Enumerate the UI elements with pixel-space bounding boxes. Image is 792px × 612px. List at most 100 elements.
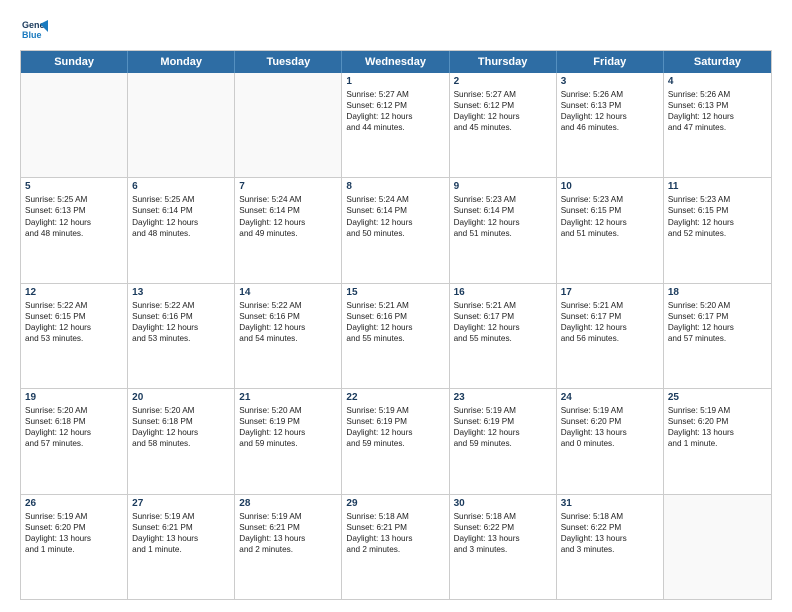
cell-line: and 3 minutes. — [561, 544, 659, 555]
cell-line: Sunset: 6:21 PM — [239, 522, 337, 533]
cell-line: Daylight: 12 hours — [346, 427, 444, 438]
cell-line: Sunrise: 5:23 AM — [454, 194, 552, 205]
cell-line: and 47 minutes. — [668, 122, 767, 133]
day-cell-3: 3 Sunrise: 5:26 AMSunset: 6:13 PMDaylight… — [557, 73, 664, 177]
day-number: 16 — [454, 287, 552, 298]
cell-line: Daylight: 12 hours — [346, 217, 444, 228]
cell-line: Sunset: 6:13 PM — [561, 100, 659, 111]
day-number: 15 — [346, 287, 444, 298]
svg-text:Blue: Blue — [22, 30, 42, 40]
cell-line: and 55 minutes. — [346, 333, 444, 344]
cell-line: Sunset: 6:16 PM — [239, 311, 337, 322]
cell-line: Daylight: 12 hours — [132, 217, 230, 228]
calendar-body: 1Sunrise: 5:27 AMSunset: 6:12 PMDaylight… — [21, 73, 771, 599]
cell-line: Daylight: 12 hours — [668, 217, 767, 228]
cell-line: and 53 minutes. — [25, 333, 123, 344]
calendar-header: SundayMondayTuesdayWednesdayThursdayFrid… — [21, 51, 771, 73]
day-cell-26: 26Sunrise: 5:19 AMSunset: 6:20 PMDayligh… — [21, 495, 128, 599]
cell-line: Sunrise: 5:24 AM — [239, 194, 337, 205]
weekday-header-monday: Monday — [128, 51, 235, 73]
cell-line: Daylight: 12 hours — [25, 427, 123, 438]
day-cell-31: 31Sunrise: 5:18 AMSunset: 6:22 PMDayligh… — [557, 495, 664, 599]
cell-line: and 49 minutes. — [239, 228, 337, 239]
cell-line: and 45 minutes. — [454, 122, 552, 133]
day-number: 12 — [25, 287, 123, 298]
cell-line: Sunset: 6:16 PM — [346, 311, 444, 322]
cell-line: Sunrise: 5:24 AM — [346, 194, 444, 205]
cell-line: and 58 minutes. — [132, 438, 230, 449]
cell-line: Sunrise: 5:26 AM — [668, 89, 767, 100]
cell-line: Sunset: 6:12 PM — [346, 100, 444, 111]
header: General Blue — [20, 16, 772, 44]
cell-line: Sunrise: 5:19 AM — [25, 511, 123, 522]
day-cell-1: 1Sunrise: 5:27 AMSunset: 6:12 PMDaylight… — [342, 73, 449, 177]
cell-line: Daylight: 12 hours — [668, 111, 767, 122]
cell-line: Sunset: 6:13 PM — [25, 205, 123, 216]
day-number: 28 — [239, 498, 337, 509]
day-number: 14 — [239, 287, 337, 298]
day-number: 18 — [668, 287, 767, 298]
cell-line: Sunset: 6:20 PM — [25, 522, 123, 533]
day-number: 30 — [454, 498, 552, 509]
cell-line: and 1 minute. — [668, 438, 767, 449]
day-cell-17: 17Sunrise: 5:21 AMSunset: 6:17 PMDayligh… — [557, 284, 664, 388]
cell-line: Daylight: 12 hours — [25, 322, 123, 333]
cell-line: Sunset: 6:21 PM — [346, 522, 444, 533]
day-number: 1 — [346, 76, 444, 87]
cell-line: Sunrise: 5:19 AM — [668, 405, 767, 416]
cell-line: Daylight: 13 hours — [25, 533, 123, 544]
cell-line: and 57 minutes. — [668, 333, 767, 344]
cell-line: and 51 minutes. — [454, 228, 552, 239]
cell-line: and 52 minutes. — [668, 228, 767, 239]
cell-line: Sunrise: 5:20 AM — [239, 405, 337, 416]
day-cell-21: 21Sunrise: 5:20 AMSunset: 6:19 PMDayligh… — [235, 389, 342, 493]
cell-line: Daylight: 12 hours — [239, 322, 337, 333]
cell-line: Daylight: 12 hours — [346, 322, 444, 333]
day-number: 3 — [561, 76, 659, 87]
cell-line: Sunrise: 5:19 AM — [239, 511, 337, 522]
cell-line: Daylight: 13 hours — [561, 533, 659, 544]
day-number: 22 — [346, 392, 444, 403]
cell-line: Sunset: 6:16 PM — [132, 311, 230, 322]
day-cell-19: 19Sunrise: 5:20 AMSunset: 6:18 PMDayligh… — [21, 389, 128, 493]
empty-cell-4-6 — [664, 495, 771, 599]
cell-line: and 50 minutes. — [346, 228, 444, 239]
cell-line: and 57 minutes. — [25, 438, 123, 449]
cell-line: Sunrise: 5:22 AM — [132, 300, 230, 311]
day-cell-28: 28Sunrise: 5:19 AMSunset: 6:21 PMDayligh… — [235, 495, 342, 599]
cell-line: Sunrise: 5:19 AM — [346, 405, 444, 416]
cell-line: and 59 minutes. — [454, 438, 552, 449]
calendar-row-2: 12Sunrise: 5:22 AMSunset: 6:15 PMDayligh… — [21, 283, 771, 388]
cell-line: and 48 minutes. — [132, 228, 230, 239]
calendar-row-3: 19Sunrise: 5:20 AMSunset: 6:18 PMDayligh… — [21, 388, 771, 493]
cell-line: Daylight: 12 hours — [454, 111, 552, 122]
cell-line: Sunrise: 5:27 AM — [454, 89, 552, 100]
cell-line: and 56 minutes. — [561, 333, 659, 344]
cell-line: and 51 minutes. — [561, 228, 659, 239]
cell-line: Sunrise: 5:18 AM — [454, 511, 552, 522]
cell-line: and 48 minutes. — [25, 228, 123, 239]
day-cell-16: 16Sunrise: 5:21 AMSunset: 6:17 PMDayligh… — [450, 284, 557, 388]
cell-line: Daylight: 12 hours — [346, 111, 444, 122]
cell-line: and 0 minutes. — [561, 438, 659, 449]
cell-line: and 1 minute. — [25, 544, 123, 555]
cell-line: Daylight: 12 hours — [25, 217, 123, 228]
cell-line: Daylight: 13 hours — [668, 427, 767, 438]
cell-line: Sunrise: 5:26 AM — [561, 89, 659, 100]
day-number: 19 — [25, 392, 123, 403]
cell-line: Sunset: 6:22 PM — [561, 522, 659, 533]
cell-line: Daylight: 13 hours — [346, 533, 444, 544]
day-number: 4 — [668, 76, 767, 87]
cell-line: Daylight: 12 hours — [454, 322, 552, 333]
day-number: 11 — [668, 181, 767, 192]
cell-line: Sunrise: 5:22 AM — [25, 300, 123, 311]
cell-line: Daylight: 12 hours — [561, 111, 659, 122]
logo: General Blue — [20, 16, 48, 44]
calendar-row-0: 1Sunrise: 5:27 AMSunset: 6:12 PMDaylight… — [21, 73, 771, 177]
cell-line: and 55 minutes. — [454, 333, 552, 344]
cell-line: Sunset: 6:19 PM — [346, 416, 444, 427]
cell-line: Sunset: 6:14 PM — [454, 205, 552, 216]
cell-line: Sunset: 6:19 PM — [239, 416, 337, 427]
day-cell-5: 5Sunrise: 5:25 AMSunset: 6:13 PMDaylight… — [21, 178, 128, 282]
day-number: 21 — [239, 392, 337, 403]
